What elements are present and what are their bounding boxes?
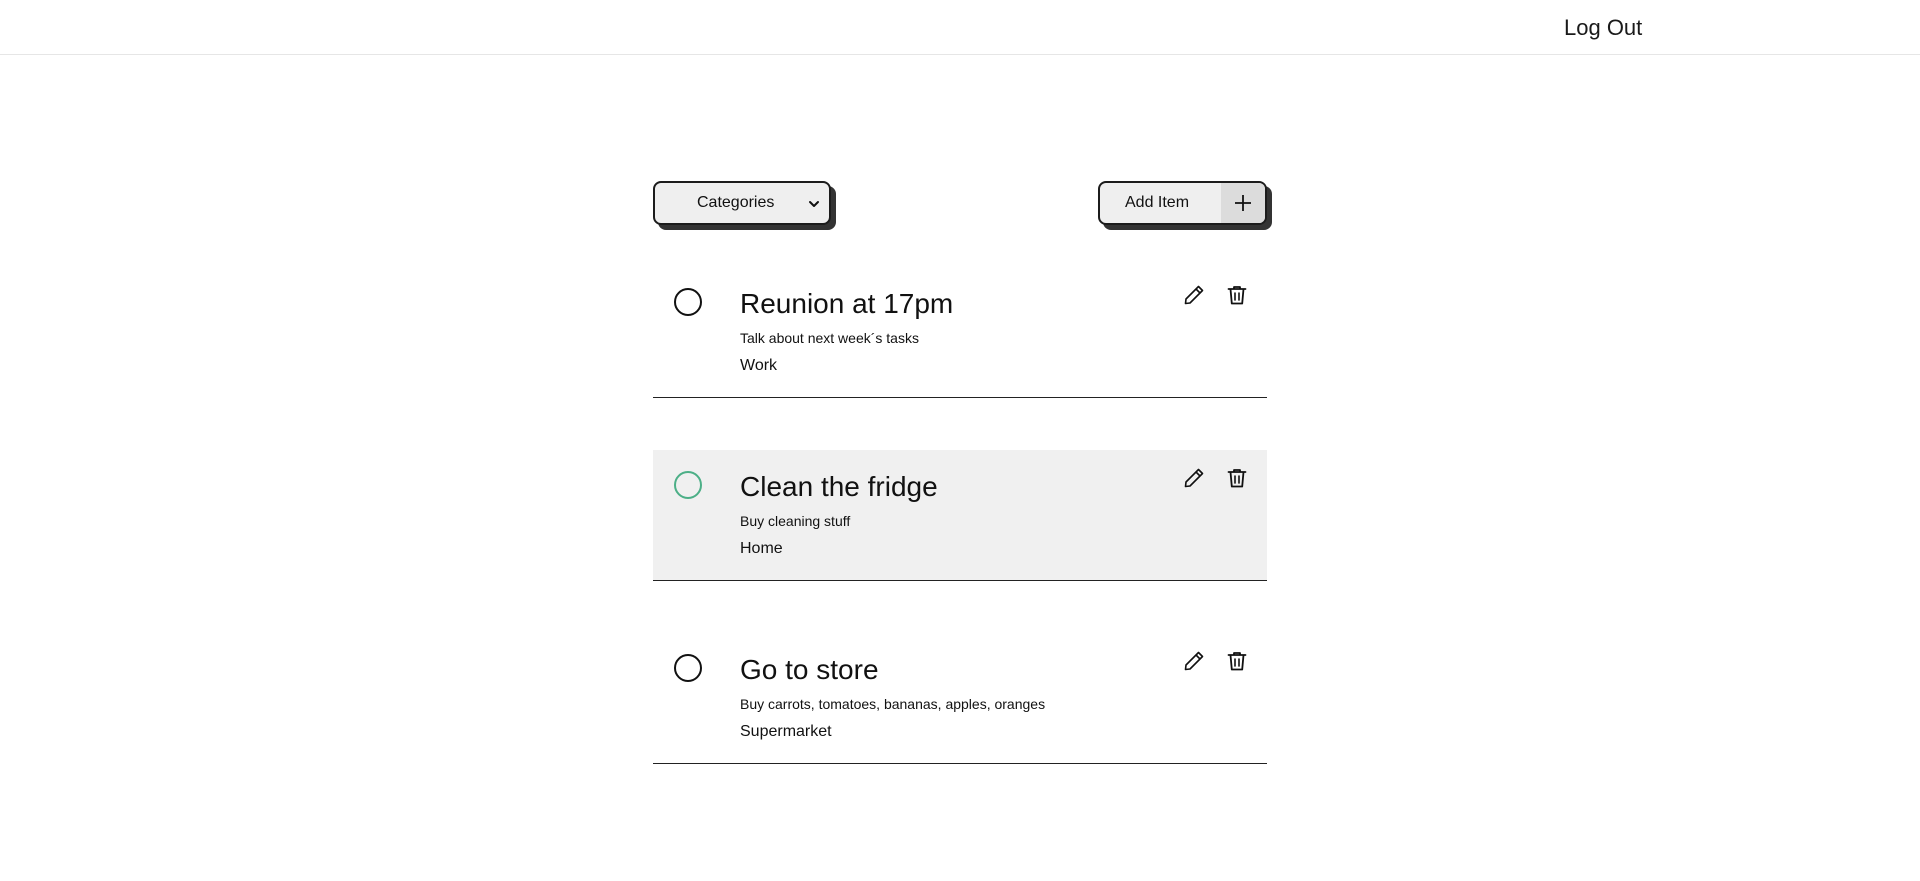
item-description: Buy cleaning stuff [740,513,851,529]
list-item: Reunion at 17pm Talk about next week´s t… [653,267,1267,398]
complete-toggle[interactable] [674,654,702,682]
add-item-plus-area[interactable] [1221,183,1265,223]
toolbar: Categories Add Item [653,181,1267,229]
todo-main: Categories Add Item Reunion at 17pm Talk… [653,181,1267,816]
top-bar: Log Out [0,0,1920,55]
todo-list: Reunion at 17pm Talk about next week´s t… [653,267,1267,764]
item-title: Reunion at 17pm [740,288,954,319]
item-title: Go to store [740,654,879,685]
categories-select-label: Categories [697,194,775,211]
item-category: Work [740,357,778,374]
pencil-icon[interactable] [1182,283,1206,307]
item-description: Talk about next week´s tasks [740,330,919,346]
add-item-label: Add Item [1125,194,1190,211]
pencil-icon[interactable] [1182,649,1206,673]
item-category: Supermarket [740,723,832,740]
logout-link[interactable]: Log Out [1564,14,1642,42]
item-category: Home [740,540,783,557]
trash-icon[interactable] [1225,649,1249,673]
trash-icon[interactable] [1225,283,1249,307]
chevron-down-icon [809,201,819,207]
complete-toggle[interactable] [674,471,702,499]
list-item: Clean the fridge Buy cleaning stuff Home [653,450,1267,581]
trash-icon[interactable] [1225,466,1249,490]
item-title: Clean the fridge [740,471,938,502]
list-item: Go to store Buy carrots, tomatoes, banan… [653,633,1267,764]
complete-toggle[interactable] [674,288,702,316]
add-item-button[interactable]: Add Item [1098,181,1267,225]
categories-select[interactable]: Categories [653,181,831,225]
item-description: Buy carrots, tomatoes, bananas, apples, … [740,696,1046,712]
pencil-icon[interactable] [1182,466,1206,490]
plus-icon [1235,195,1251,211]
